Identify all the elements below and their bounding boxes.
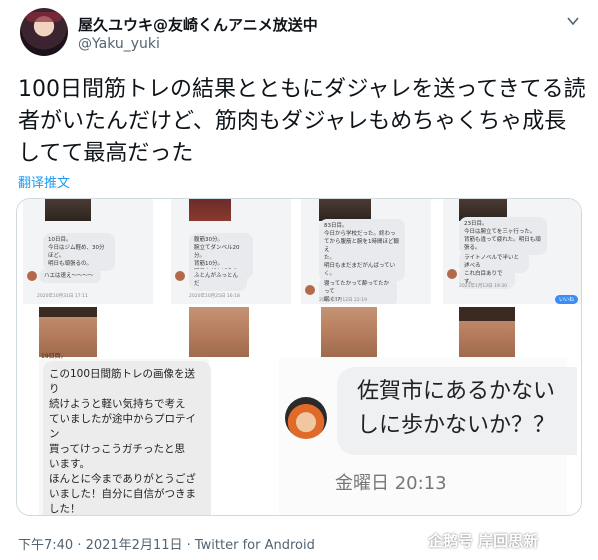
display-name[interactable]: 屋久ユウキ@友崎くんアニメ放送中 bbox=[78, 14, 318, 35]
chat-bubble: 23日目。 今日は腕立てを三ヶ行った。 背筋も違って疲れた。明日も頑 張る。 bbox=[459, 217, 547, 255]
timestamp: 2020年10月31日 17:11 bbox=[37, 294, 88, 299]
tweet-meta[interactable]: 下午7:40 · 2021年2月11日 · Twitter for Androi… bbox=[18, 534, 315, 553]
message-bubble: この100日間筋トレの画像を送り 続けようと軽い気持ちで考え ていましたが途中か… bbox=[43, 361, 211, 515]
photo bbox=[39, 307, 97, 357]
avatar[interactable] bbox=[20, 8, 68, 56]
like-badge: いいね bbox=[555, 295, 579, 304]
message-text: 佐賀市にあるかない しに歩かないか？？ bbox=[357, 379, 556, 438]
chat-screenshot: 83日目。 今日から学校だった。終わっ てから腹筋と腕を1時間ほど鍛え た。 明… bbox=[301, 199, 431, 304]
photo bbox=[459, 307, 515, 357]
timestamp: 2021年1月13日 19:30 bbox=[459, 284, 507, 289]
chat-reply: ハエは速え〜〜〜〜 bbox=[39, 269, 101, 283]
timestamp: 2021年1月12日 22:19 bbox=[319, 298, 367, 303]
tweet-media[interactable]: 10日目。 今日はジム軽め、30分 ほど。 明日も頑張るの。 ハエは速え〜〜〜〜… bbox=[16, 198, 582, 516]
user-handle[interactable]: @Yaku_yuki bbox=[78, 36, 160, 52]
photo bbox=[321, 307, 377, 357]
translate-link[interactable]: 翻译推文 bbox=[18, 172, 70, 191]
chat-screenshot: 10日目。 今日はジム軽め、30分 ほど。 明日も頑張るの。 ハエは速え〜〜〜〜… bbox=[23, 199, 153, 304]
message-time: 金曜日 20:13 bbox=[335, 473, 447, 494]
tweet-text: 100日間筋トレの結果とともにダジャレを送ってきてる読者がいたんだけど、筋肉もダ… bbox=[18, 77, 586, 166]
chevron-down-icon[interactable] bbox=[566, 14, 580, 28]
chat-reply: ふとんがふっとんだ bbox=[189, 269, 247, 291]
tweet-header: 屋久ユウキ@友崎くんアニメ放送中 @Yaku_yuki bbox=[0, 0, 598, 68]
chat-bubble: 83日目。 今日から学校だった。終わっ てから腹筋と腕を1時間ほど鍛え た。 明… bbox=[319, 219, 405, 281]
goku-avatar bbox=[285, 397, 327, 439]
watermark: 企鹅号 岸回思新 bbox=[428, 532, 539, 550]
chat-bubble: 10日目。 今日はジム軽め、30分 ほど。 明日も頑張るの。 bbox=[43, 233, 115, 271]
timestamp: 2020年10月25日 16:18 bbox=[189, 294, 240, 299]
chat-screenshot: 23日目。 今日は腕立てを三ヶ行った。 背筋も違って疲れた。明日も頑 張る。 ラ… bbox=[443, 199, 581, 304]
chat-screenshot: 腹筋30分。 腕立てダンベル20分。 背筋10分。 明日もがんばるの ふとんがふ… bbox=[171, 199, 291, 304]
photo bbox=[189, 307, 249, 357]
